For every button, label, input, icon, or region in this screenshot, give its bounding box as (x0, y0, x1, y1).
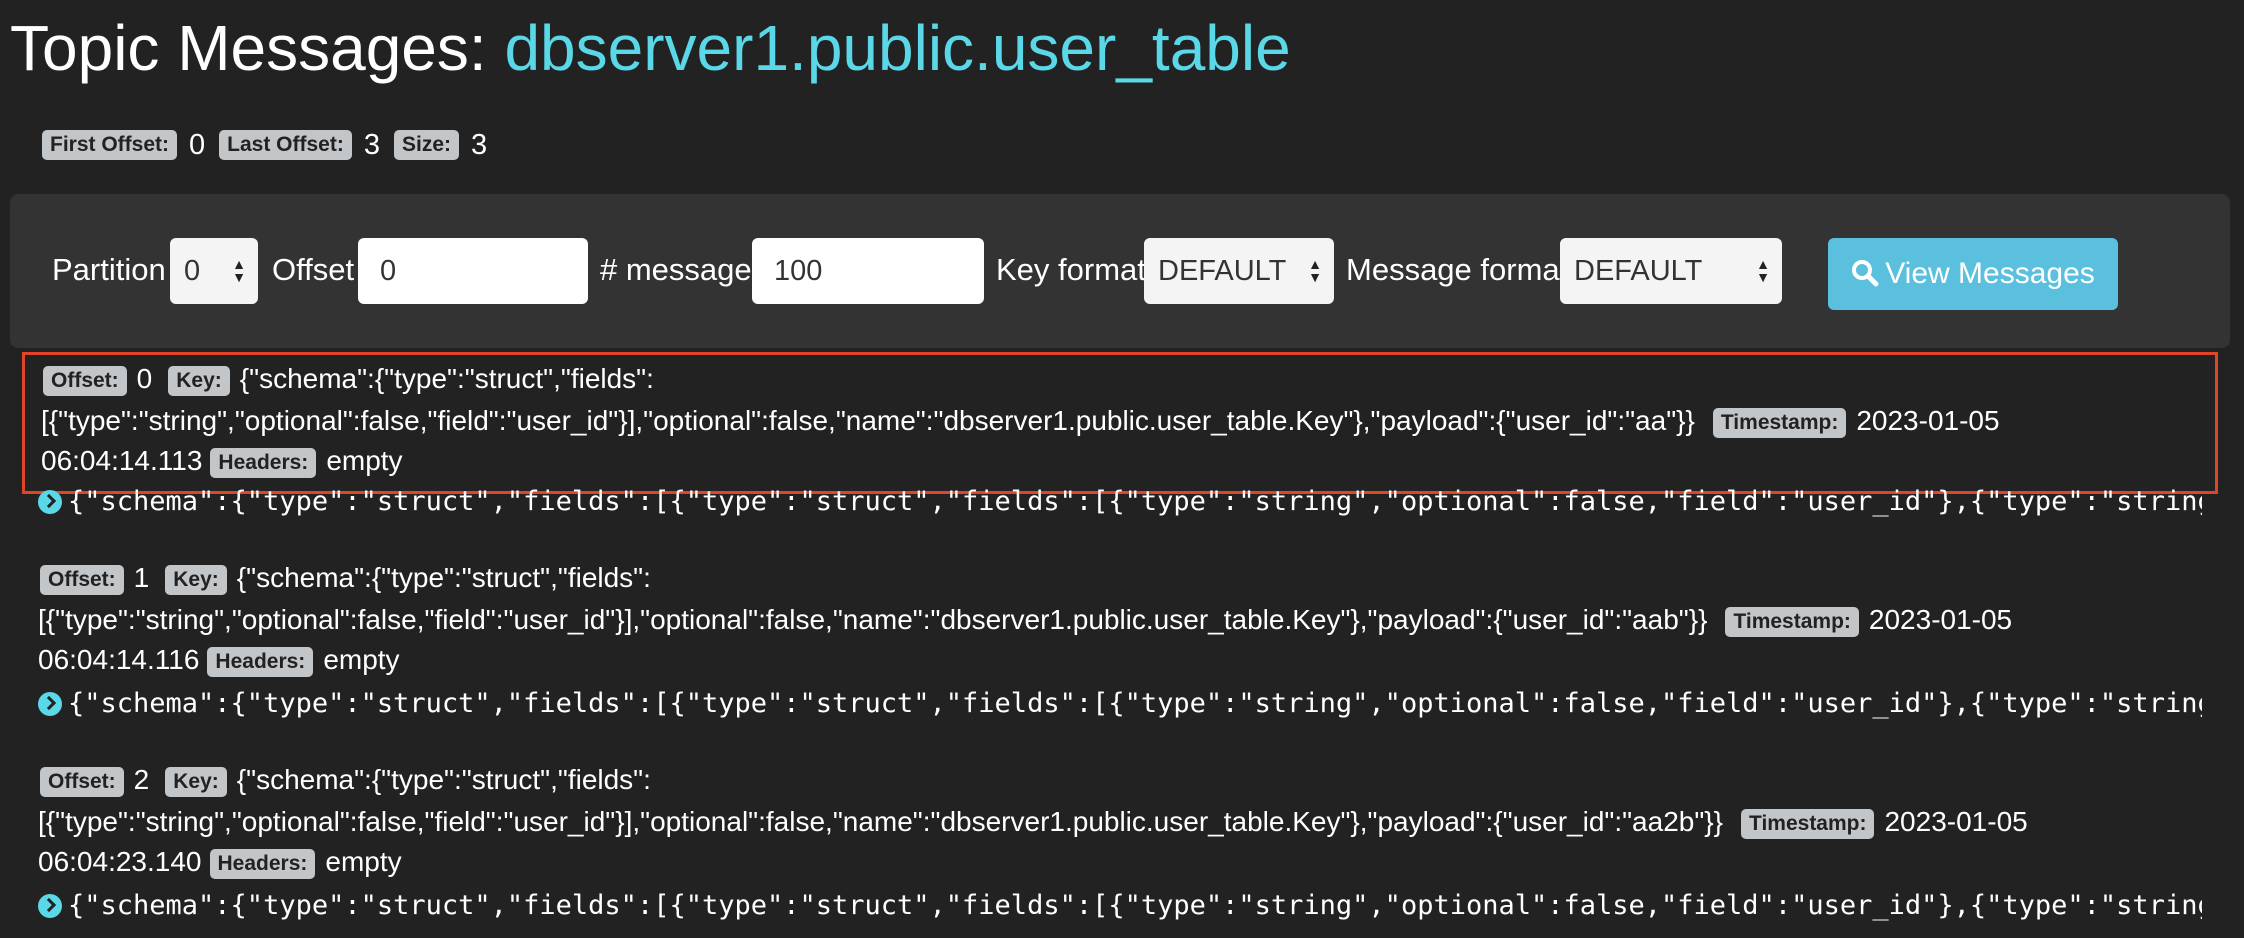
title-prefix: Topic Messages: (10, 12, 505, 84)
message-time-line: 06:04:23.140 Headers: empty (38, 842, 418, 882)
headers-badge: Headers: (207, 646, 314, 677)
partition-select[interactable]: 0 ▲ ▼ (170, 238, 258, 304)
message-key-part2: [{"type":"string","optional":false,"fiel… (41, 405, 1695, 436)
message-meta-line: Offset: 1 Key: {"schema":{"type":"struct","… (40, 556, 667, 600)
select-arrows-icon: ▲ ▼ (232, 256, 246, 285)
message-headers: empty (325, 846, 402, 877)
timestamp-badge: Timestamp: (1741, 808, 1875, 839)
first-offset-badge: First Offset: (42, 130, 178, 161)
message-offset: 0 (136, 363, 153, 394)
partition-select-value: 0 (184, 255, 201, 287)
size-badge: Size: (393, 130, 459, 161)
message-value: {"schema":{"type":"struct","fields":[{"t… (68, 688, 2202, 719)
offset-summary: First Offset: 0 Last Offset: 3 Size: 3 (42, 124, 501, 165)
message-value-line[interactable]: {"schema":{"type":"struct","fields":[{"t… (38, 686, 2202, 722)
message-timestamp-date: 2023-01-05 (1884, 806, 2028, 837)
message-offset: 1 (133, 562, 150, 593)
message-key-line: [{"type":"string","optional":false,"fiel… (38, 800, 2044, 844)
message-key-part1: {"schema":{"type":"struct","fields": (236, 764, 651, 795)
message-key-line: [{"type":"string","optional":false,"fiel… (41, 399, 2016, 443)
headers-badge: Headers: (209, 848, 316, 879)
offset-label: Offset (272, 252, 355, 287)
offset-badge: Offset: (40, 766, 124, 797)
topic-name: dbserver1.public.user_table (504, 12, 1291, 84)
message-value: {"schema":{"type":"struct","fields":[{"t… (68, 486, 2202, 517)
message-timestamp-time: 06:04:14.113 (41, 445, 203, 476)
message-item[interactable]: Offset: 1 Key: {"schema":{"type":"struct","… (22, 554, 2218, 696)
select-arrows-icon: ▲ ▼ (1756, 256, 1770, 285)
headers-badge: Headers: (210, 447, 317, 478)
messages-count-input[interactable]: 100 (752, 238, 984, 304)
offset-badge: Offset: (40, 564, 124, 595)
message-headers: empty (323, 644, 400, 675)
timestamp-badge: Timestamp: (1712, 407, 1847, 438)
message-value-line[interactable]: {"schema":{"type":"struct","fields":[{"t… (38, 888, 2202, 924)
message-meta-line: Offset: 2 Key: {"schema":{"type":"struct","… (40, 758, 667, 802)
message-format-select-value: DEFAULT (1574, 255, 1703, 287)
first-offset-value: 0 (189, 129, 206, 162)
message-key-part2: [{"type":"string","optional":false,"fiel… (38, 604, 1708, 635)
messages-count-label: # messages (600, 252, 768, 287)
key-format-select-value: DEFAULT (1158, 255, 1287, 287)
last-offset-value: 3 (363, 129, 380, 162)
message-headers: empty (326, 445, 403, 476)
expand-icon[interactable] (38, 894, 62, 918)
message-item[interactable]: Offset: 0 Key: {"schema":{"type":"struct","… (22, 352, 2218, 494)
expand-icon[interactable] (38, 692, 62, 716)
message-item[interactable]: Offset: 2 Key: {"schema":{"type":"struct","… (22, 756, 2218, 898)
view-messages-button[interactable]: View Messages (1828, 238, 2118, 310)
message-key-part1: {"schema":{"type":"struct","fields": (239, 363, 654, 394)
message-key-part2: [{"type":"string","optional":false,"fiel… (38, 806, 1723, 837)
message-time-line: 06:04:14.113 Headers: empty (41, 441, 419, 481)
message-query-form: Partition 0 ▲ ▼ Offset 0 # messages 100 K… (10, 194, 2230, 348)
message-format-label: Message format (1346, 252, 1569, 287)
message-timestamp-date: 2023-01-05 (1856, 405, 2000, 436)
topic-messages-page: Topic Messages: dbserver1.public.user_ta… (0, 0, 2244, 938)
timestamp-badge: Timestamp: (1725, 606, 1859, 637)
expand-icon[interactable] (38, 490, 62, 514)
message-time-line: 06:04:14.116 Headers: empty (38, 640, 416, 680)
partition-label: Partition (52, 252, 166, 287)
key-format-select[interactable]: DEFAULT ▲ ▼ (1144, 238, 1334, 304)
last-offset-badge: Last Offset: (219, 130, 352, 161)
search-icon (1852, 260, 1879, 287)
key-badge: Key: (165, 564, 227, 595)
size-value: 3 (471, 129, 488, 162)
message-timestamp-time: 06:04:23.140 (38, 846, 202, 877)
message-value-line[interactable]: {"schema":{"type":"struct","fields":[{"t… (38, 484, 2202, 520)
offset-input[interactable]: 0 (358, 238, 588, 304)
message-offset: 2 (133, 764, 150, 795)
key-badge: Key: (168, 365, 230, 396)
message-key-line: [{"type":"string","optional":false,"fiel… (38, 598, 2028, 642)
message-format-select[interactable]: DEFAULT ▲ ▼ (1560, 238, 1782, 304)
key-badge: Key: (165, 766, 227, 797)
message-value: {"schema":{"type":"struct","fields":[{"t… (68, 890, 2202, 921)
page-title: Topic Messages: dbserver1.public.user_ta… (10, 6, 1291, 90)
key-format-label: Key format (996, 252, 1146, 287)
view-messages-label: View Messages (1885, 257, 2095, 290)
message-key-part1: {"schema":{"type":"struct","fields": (236, 562, 651, 593)
message-meta-line: Offset: 0 Key: {"schema":{"type":"struct","… (43, 357, 670, 401)
message-timestamp-date: 2023-01-05 (1868, 604, 2013, 635)
message-timestamp-time: 06:04:14.116 (38, 644, 200, 675)
offset-badge: Offset: (43, 365, 127, 396)
select-arrows-icon: ▲ ▼ (1308, 256, 1322, 285)
